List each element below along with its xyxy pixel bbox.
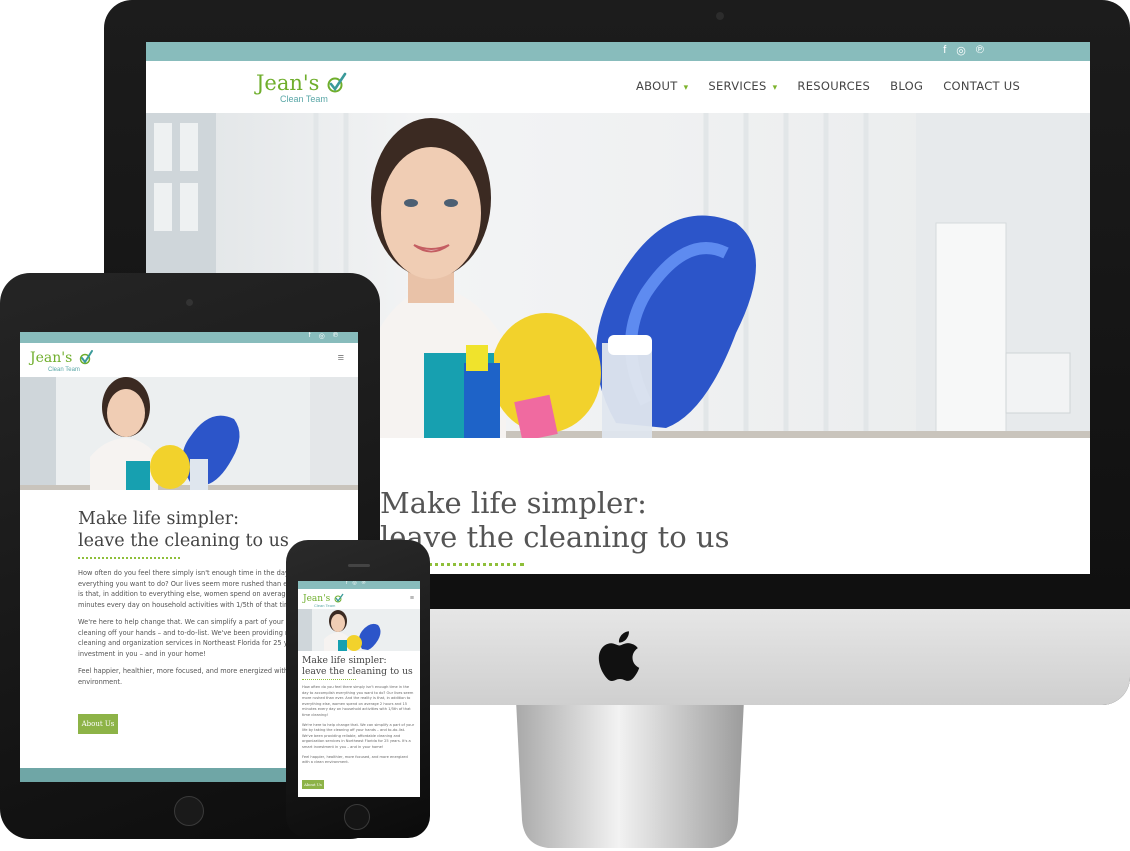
social-links: f ◎ ℗ — [346, 581, 365, 586]
facebook-icon[interactable]: f — [943, 44, 946, 57]
nav-services[interactable]: SERVICES ▾ — [708, 79, 777, 93]
headline-line-1: Make life simpler: — [380, 486, 647, 520]
top-social-bar: f ◎ ℗ — [20, 332, 358, 343]
hamburger-menu-icon[interactable]: ≡ — [410, 595, 414, 602]
hamburger-menu-icon[interactable]: ≡ — [338, 352, 344, 364]
headline-line-1: Make life simpler: — [302, 655, 387, 666]
pinterest-icon[interactable]: ℗ — [976, 44, 984, 57]
instagram-icon[interactable]: ◎ — [319, 332, 325, 340]
headline-line-1: Make life simpler: — [78, 509, 240, 529]
headline-line-2: leave the cleaning to us — [380, 520, 730, 554]
apple-logo-icon — [598, 631, 640, 682]
intro-text: How often do you feel there simply isn't… — [302, 685, 416, 770]
logo-main-text: Jean's — [28, 350, 72, 366]
paragraph-2: We're here to help change that. We can s… — [302, 722, 415, 749]
facebook-icon[interactable]: f — [309, 332, 311, 340]
headline-line-2: leave the cleaning to us — [78, 531, 289, 551]
logo-main-text: Jean's — [254, 71, 319, 95]
social-links: f ◎ ℗ — [309, 332, 338, 340]
top-social-bar: f ◎ ℗ — [146, 42, 1090, 61]
headline-divider — [302, 679, 356, 680]
logo-sub-text: Clean Team — [48, 367, 80, 373]
headline-line-2: leave the cleaning to us — [302, 666, 413, 677]
page-title: Make life simpler: leave the cleaning to… — [380, 486, 729, 554]
nav-blog[interactable]: BLOG — [890, 79, 923, 93]
paragraph-3: Feel happier, healthier, more focused, a… — [302, 754, 408, 765]
site-header: Jean's Clean Team ABOUT ▾ SERVICES ▾ RESOU… — [146, 61, 1090, 113]
site-logo[interactable]: Jean's Clean Team — [302, 591, 346, 609]
main-nav: ABOUT ▾ SERVICES ▾ RESOURCES BLOG CONTACT … — [636, 79, 1020, 93]
phone-speaker — [348, 564, 370, 567]
nav-contact[interactable]: CONTACT US — [943, 79, 1020, 93]
about-us-button[interactable]: About Us — [302, 780, 324, 789]
monitor-stand — [516, 700, 744, 848]
logo-sub-text: Clean Team — [280, 94, 328, 104]
phone-home-button — [344, 804, 370, 830]
nav-about-label: ABOUT — [636, 79, 678, 93]
nav-services-label: SERVICES — [708, 79, 767, 93]
site-logo[interactable]: Jean's Clean Team — [28, 347, 98, 375]
instagram-icon[interactable]: ◎ — [956, 44, 966, 57]
chevron-down-icon: ▾ — [772, 83, 778, 93]
monitor-camera — [716, 12, 724, 20]
paragraph-1: How often do you feel there simply isn't… — [302, 685, 414, 717]
about-us-button[interactable]: About Us — [78, 714, 118, 734]
tablet-home-button — [174, 796, 204, 826]
logo-sub-text: Clean Team — [314, 603, 336, 608]
facebook-icon[interactable]: f — [346, 581, 347, 586]
chevron-down-icon: ▾ — [683, 83, 689, 93]
page-title: Make life simpler: leave the cleaning to… — [78, 508, 289, 552]
hero-image — [20, 377, 358, 490]
pinterest-icon[interactable]: ℗ — [362, 581, 366, 586]
headline-divider — [78, 557, 180, 559]
nav-about[interactable]: ABOUT ▾ — [636, 79, 688, 93]
hero-image — [298, 609, 420, 651]
page-title: Make life simpler: leave the cleaning to… — [302, 655, 413, 677]
social-links: f ◎ ℗ — [943, 44, 984, 57]
phone-screen: f ◎ ℗ Jean's Clean Team ≡ Make life simp… — [298, 581, 420, 797]
top-social-bar: f ◎ ℗ — [298, 581, 420, 589]
site-logo[interactable]: Jean's Clean Team — [254, 68, 354, 108]
nav-resources[interactable]: RESOURCES — [797, 79, 870, 93]
pinterest-icon[interactable]: ℗ — [333, 332, 338, 340]
instagram-icon[interactable]: ◎ — [352, 581, 356, 586]
tablet-camera — [186, 299, 193, 306]
